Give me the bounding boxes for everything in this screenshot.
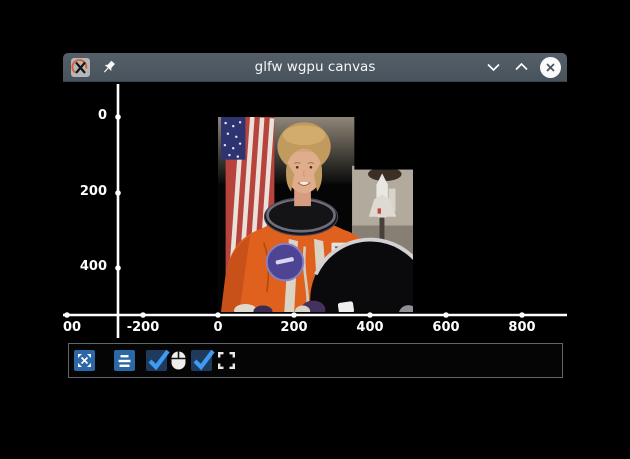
- x-tick-label: 200: [280, 320, 308, 335]
- shade-button[interactable]: [484, 58, 502, 76]
- maximize-button[interactable]: [512, 58, 530, 76]
- close-button[interactable]: [540, 56, 561, 78]
- x-tick-label: -200: [126, 320, 160, 335]
- x-tick-label: 0: [213, 320, 223, 335]
- astronaut-image[interactable]: [218, 117, 413, 312]
- expand-arrows-icon: [78, 354, 91, 367]
- x-tick-label: 600: [432, 320, 460, 335]
- mouse-icon: [171, 351, 186, 370]
- app-menu-button[interactable]: [71, 57, 90, 77]
- pin-icon[interactable]: [101, 59, 117, 75]
- window-title: glfw wgpu canvas: [254, 59, 376, 75]
- x-tick-label: 400: [356, 320, 384, 335]
- chevron-down-icon: [486, 63, 500, 71]
- x-tick-label: 800: [508, 320, 536, 335]
- align-center-icon: [118, 354, 131, 367]
- y-tick-label: 0: [97, 108, 107, 123]
- imgui-toolbar: [68, 343, 563, 378]
- glfw-logo-icon: [71, 58, 88, 74]
- plot-canvas[interactable]: 00 -200 0 200 400 600 800 0 200 400: [63, 82, 567, 380]
- glfw-wgpu-window: glfw wgpu canvas 00 -200 0 200 400 600 8…: [63, 53, 567, 380]
- autoscale-button[interactable]: [74, 350, 95, 371]
- x-tick-label: 00: [62, 320, 82, 335]
- close-icon: [546, 62, 555, 72]
- y-tick-label: 400: [79, 259, 107, 274]
- checkmark-icon: [193, 349, 215, 371]
- maintain-aspect-checkbox[interactable]: [191, 349, 215, 371]
- fullscreen-brackets-icon: [218, 352, 235, 369]
- y-tick-label: 200: [79, 184, 107, 199]
- chevron-up-icon: [514, 63, 528, 71]
- center-scene-button[interactable]: [114, 350, 135, 371]
- titlebar[interactable]: glfw wgpu canvas: [63, 53, 567, 82]
- checkmark-icon: [148, 349, 170, 371]
- controller-checkbox[interactable]: [146, 349, 170, 371]
